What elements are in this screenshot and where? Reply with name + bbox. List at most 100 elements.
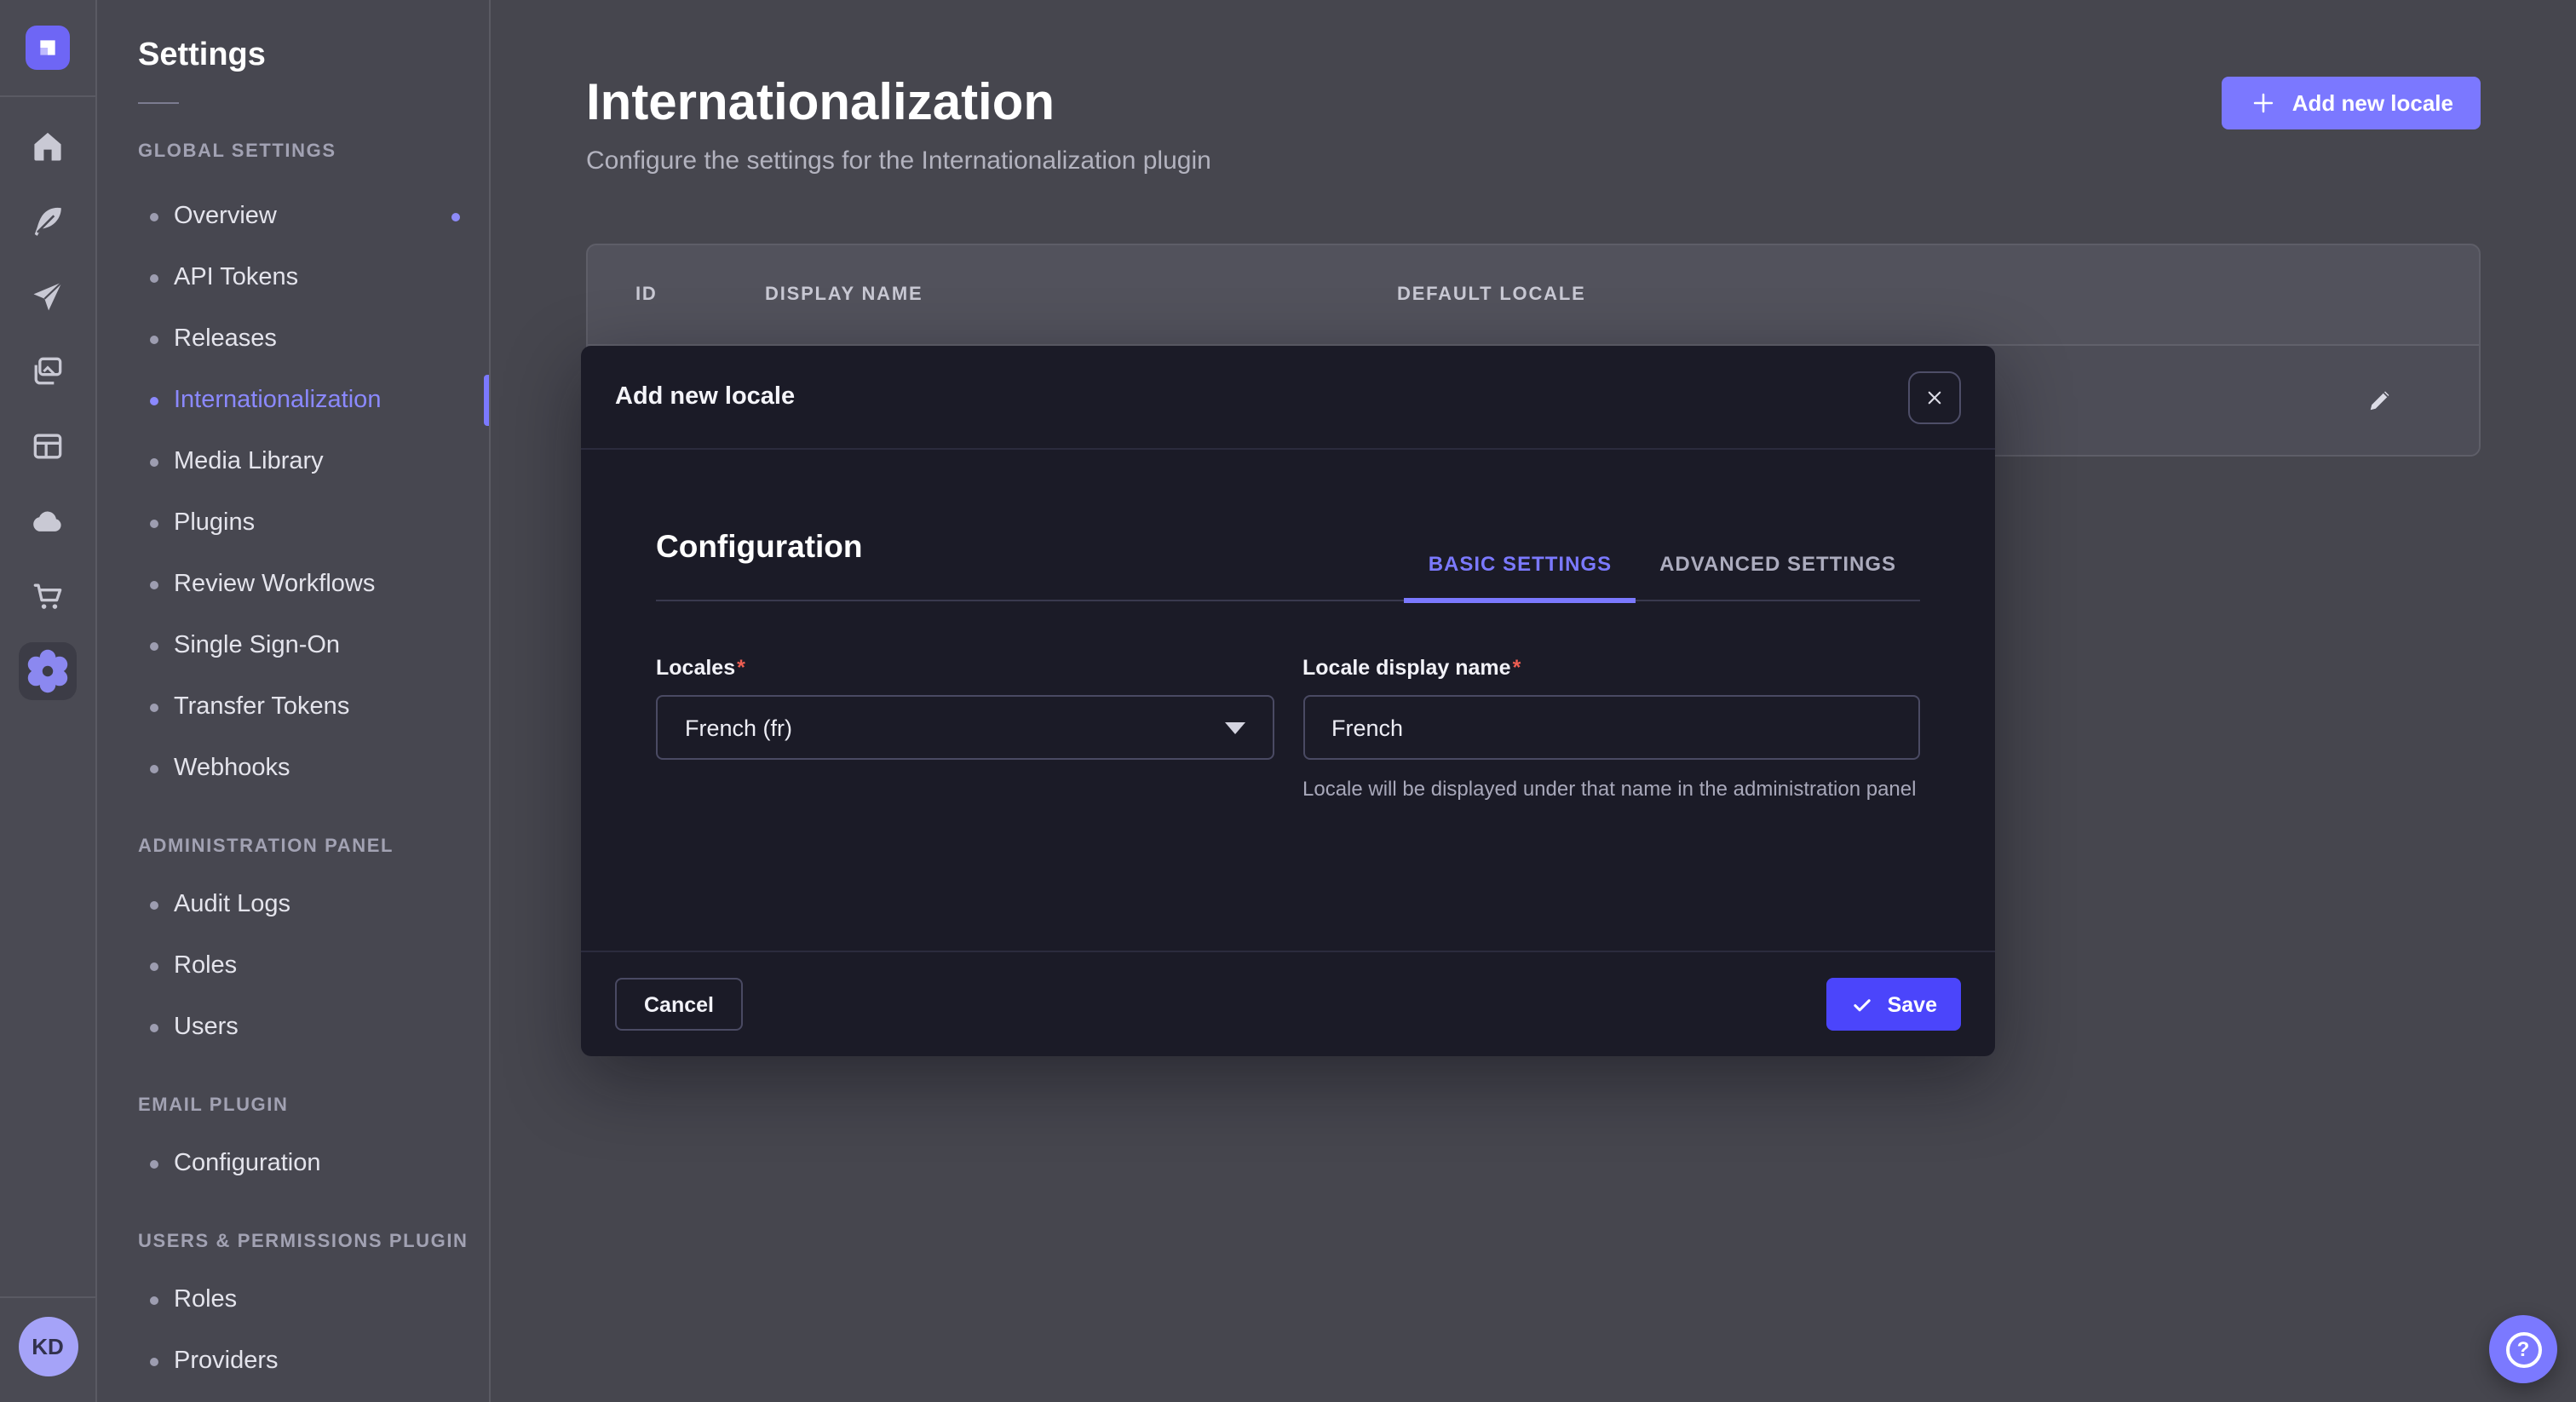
settings-tabs: BASIC SETTINGSADVANCED SETTINGS — [1405, 552, 1920, 600]
nav-icon-paper-plane[interactable] — [29, 278, 66, 315]
bullet-icon — [150, 764, 158, 773]
sidebar-list-global-settings: Overview API Tokens Releases Internationali… — [97, 186, 489, 799]
tab-basic-settings[interactable]: BASIC SETTINGS — [1405, 552, 1636, 603]
bullet-icon — [150, 1296, 158, 1304]
question-icon: ? — [2505, 1331, 2541, 1367]
pencil-icon — [2365, 385, 2395, 416]
sidebar-section-email-plugin: EMAIL PLUGIN — [138, 1095, 489, 1116]
nav-icon-home[interactable] — [29, 128, 66, 165]
bullet-icon — [150, 962, 158, 970]
add-locale-modal: Add new locale Configuration BASIC SETTI… — [581, 346, 1995, 1056]
modal-footer: Cancel Save — [581, 951, 1995, 1056]
bullet-icon — [150, 1159, 158, 1168]
sidebar-section-global-settings: GLOBAL SETTINGS — [138, 141, 489, 162]
display-name-label-text: Locale display name — [1302, 656, 1511, 680]
sidebar-item-single-sign-on[interactable]: Single Sign-On — [97, 615, 489, 676]
page-title: Internationalization — [586, 75, 2481, 133]
tab-advanced-settings[interactable]: ADVANCED SETTINGS — [1636, 552, 1920, 600]
column-header-id: ID — [635, 284, 658, 305]
close-icon — [1922, 384, 1947, 410]
rail-nav — [19, 128, 77, 690]
edit-locale-button[interactable] — [2365, 385, 2395, 416]
locales-select[interactable]: French (fr) — [656, 695, 1274, 760]
sidebar-item-internationalization[interactable]: Internationalization — [97, 370, 489, 431]
nav-icon-cart[interactable] — [29, 577, 66, 615]
strapi-logo-icon — [26, 26, 70, 70]
locales-select-value: French (fr) — [685, 715, 792, 740]
page-subtitle: Configure the settings for the Internati… — [586, 147, 2481, 175]
sidebar-item-users[interactable]: Users — [97, 997, 489, 1058]
bullet-icon — [150, 335, 158, 343]
bullet-icon — [150, 396, 158, 405]
nav-rail: KD — [0, 0, 97, 1402]
bullet-icon — [150, 1023, 158, 1031]
bullet-icon — [150, 457, 158, 466]
display-name-input[interactable] — [1302, 695, 1920, 760]
nav-icon-feather[interactable] — [29, 203, 66, 240]
sidebar-item-label: Webhooks — [174, 755, 290, 782]
sidebar-item-label: Overview — [174, 203, 277, 230]
nav-icon-settings[interactable] — [19, 642, 77, 700]
display-name-label: Locale display name* — [1302, 656, 1521, 680]
sidebar-section-users-permissions-plugin: USERS & PERMISSIONS PLUGIN — [138, 1232, 489, 1252]
save-label: Save — [1888, 992, 1937, 1016]
rail-divider — [0, 95, 96, 97]
sidebar-item-providers[interactable]: Providers — [97, 1330, 489, 1392]
sidebar-item-plugins[interactable]: Plugins — [97, 492, 489, 554]
sidebar-item-media-library[interactable]: Media Library — [97, 431, 489, 492]
required-marker: * — [1513, 656, 1521, 680]
sidebar-item-audit-logs[interactable]: Audit Logs — [97, 874, 489, 935]
sidebar-item-label: Users — [174, 1014, 239, 1041]
check-icon — [1850, 992, 1874, 1016]
chevron-down-icon — [1224, 721, 1245, 733]
modal-body: Configuration BASIC SETTINGSADVANCED SET… — [581, 450, 1995, 825]
bullet-icon — [150, 273, 158, 282]
sidebar-item-transfer-tokens[interactable]: Transfer Tokens — [97, 676, 489, 738]
sidebar-item-label: Configuration — [174, 1150, 321, 1177]
configuration-title: Configuration — [656, 528, 863, 600]
sidebar-item-roles[interactable]: Roles — [97, 1269, 489, 1330]
save-button[interactable]: Save — [1826, 978, 1961, 1031]
sidebar-item-label: Providers — [174, 1347, 279, 1375]
sidebar-item-configuration[interactable]: Configuration — [97, 1133, 489, 1194]
locales-table-header: ID DISPLAY NAME DEFAULT LOCALE — [588, 245, 2479, 346]
display-name-field: Locale display name* Locale will be disp… — [1302, 652, 1920, 825]
sidebar-item-label: API Tokens — [174, 264, 298, 291]
column-header-default-locale: DEFAULT LOCALE — [1397, 284, 1586, 305]
sidebar-item-releases[interactable]: Releases — [97, 308, 489, 370]
add-new-locale-label: Add new locale — [2292, 90, 2453, 116]
strapi-admin-app: KD Settings GLOBAL SETTINGS Overview API T… — [0, 0, 2576, 1402]
cancel-button[interactable]: Cancel — [615, 978, 743, 1031]
sidebar-title: Settings — [138, 37, 489, 75]
sidebar-list-users-permissions-plugin: Roles Providers — [97, 1269, 489, 1392]
sidebar-item-label: Internationalization — [174, 387, 381, 414]
add-new-locale-button[interactable]: Add new locale — [2222, 77, 2481, 129]
locale-form: Locales* French (fr) Locale display name… — [656, 652, 1920, 825]
nav-icon-media[interactable] — [29, 353, 66, 390]
bullet-icon — [150, 519, 158, 527]
rail-bottom-divider — [0, 1296, 96, 1298]
nav-icon-cloud[interactable] — [29, 503, 66, 540]
sidebar-title-divider — [138, 102, 179, 104]
bullet-icon — [150, 212, 158, 221]
sidebar-item-webhooks[interactable]: Webhooks — [97, 738, 489, 799]
sidebar-item-review-workflows[interactable]: Review Workflows — [97, 554, 489, 615]
user-avatar[interactable]: KD — [18, 1317, 78, 1376]
sidebar-item-label: Review Workflows — [174, 571, 375, 598]
column-header-display-name: DISPLAY NAME — [765, 284, 923, 305]
locales-label-text: Locales — [656, 656, 735, 680]
rail-bottom: KD — [0, 1296, 95, 1402]
nav-icon-layout[interactable] — [29, 428, 66, 465]
strapi-logo[interactable] — [26, 26, 70, 70]
sidebar-item-api-tokens[interactable]: API Tokens — [97, 247, 489, 308]
notification-dot — [451, 212, 460, 221]
sidebar-item-label: Plugins — [174, 509, 255, 537]
bullet-icon — [150, 1357, 158, 1365]
help-button[interactable]: ? — [2489, 1315, 2557, 1383]
bullet-icon — [150, 900, 158, 909]
modal-close-button[interactable] — [1908, 371, 1961, 423]
settings-sidebar: Settings GLOBAL SETTINGS Overview API Toke… — [97, 0, 491, 1402]
sidebar-item-overview[interactable]: Overview — [97, 186, 489, 247]
locales-field: Locales* French (fr) — [656, 652, 1274, 825]
sidebar-item-roles[interactable]: Roles — [97, 935, 489, 997]
